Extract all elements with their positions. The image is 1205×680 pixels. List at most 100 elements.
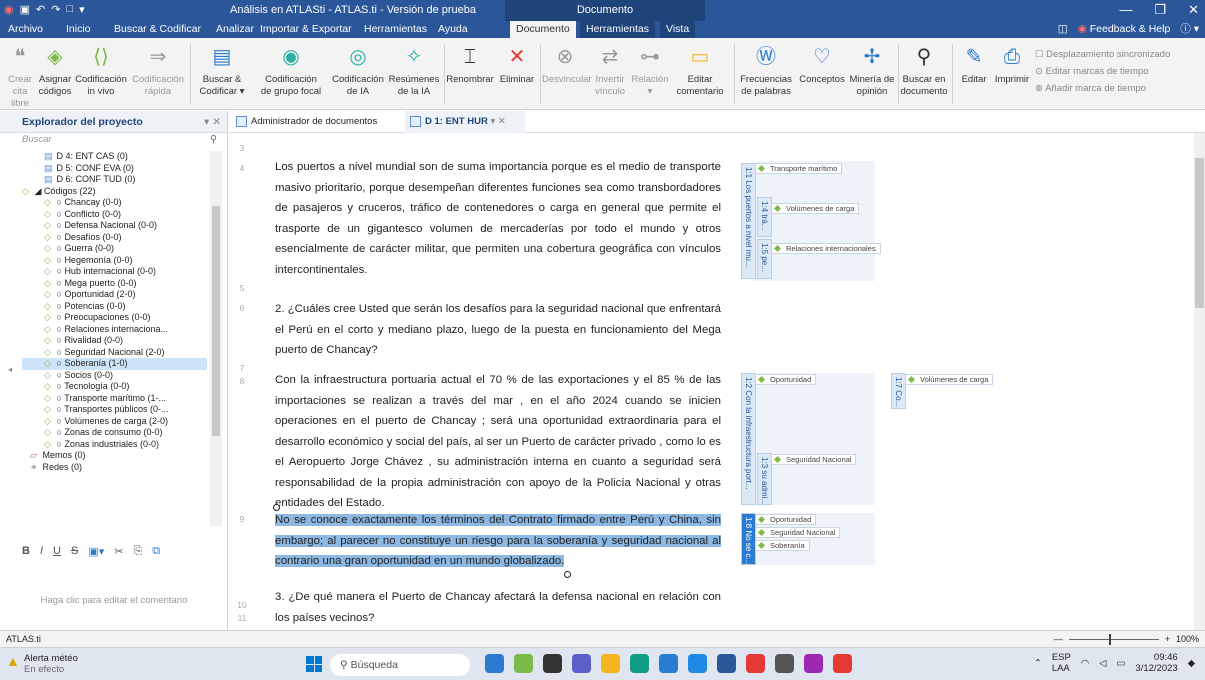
comment-area[interactable]: Haga clic para editar el comentario — [0, 595, 228, 606]
calculator-icon[interactable] — [775, 654, 794, 673]
editar-button[interactable]: ✎ Editar — [956, 42, 992, 86]
selected-quotation[interactable]: No se conoce exactamente los términos de… — [275, 514, 721, 567]
code-item[interactable]: ◇ ○ Zonas de consumo (0-0) — [22, 427, 207, 439]
app-icon-3[interactable] — [543, 654, 562, 673]
code-item[interactable]: ◇ ○ Rivalidad (0-0) — [22, 335, 207, 347]
tree-item[interactable]: ▱ Memos (0) — [22, 450, 207, 462]
app-icon-2[interactable] — [514, 654, 533, 673]
tab-archivo[interactable]: Archivo — [2, 21, 49, 38]
start-button[interactable] — [306, 656, 322, 672]
code-item[interactable]: ◇ ○ Socios (0-0) — [22, 370, 207, 382]
tab-importar-exportar[interactable]: Importar & Exportar — [254, 21, 358, 38]
code-tag-oportunidad-2[interactable]: Oportunidad — [755, 514, 817, 525]
code-item[interactable]: ◇ ○ Transporte marítimo (1-... — [22, 393, 207, 405]
paragraph-4[interactable]: Los puertos a nivel mundial son de suma … — [275, 157, 721, 280]
code-tag-volumenes-de-carga[interactable]: Volúmenes de carga — [771, 203, 860, 214]
maximize-button[interactable]: ❐ — [1154, 2, 1166, 18]
minimize-button[interactable]: — — [1119, 2, 1132, 18]
code-item[interactable]: ◇ ○ Oportunidad (2-0) — [22, 289, 207, 301]
tab-d1-ent-hur[interactable]: D 1: ENT HUR ▾ ✕ — [405, 111, 525, 133]
mineria-opinion-button[interactable]: ✢ Minería de opinión — [848, 42, 896, 98]
tree-item[interactable]: ◇ ◢ Códigos (22) — [22, 186, 207, 198]
renombrar-button[interactable]: ⌶ Renombrar — [446, 42, 494, 86]
word-icon[interactable] — [717, 654, 736, 673]
taskbar-search[interactable]: ⚲ Búsqueda — [330, 654, 470, 676]
asignar-codigos-button[interactable]: ◈ Asignar códigos — [38, 42, 72, 98]
document-item[interactable]: ▤ D 6: CONF TUD (0) — [22, 174, 207, 186]
code-item[interactable]: ◇ ○ Hub internacional (0-0) — [22, 266, 207, 278]
document-item[interactable]: ▤ D 4: ENT CAS (0) — [22, 151, 207, 163]
code-item[interactable]: ◇ ○ Defensa Nacional (0-0) — [22, 220, 207, 232]
imprimir-button[interactable]: ⎙ Imprimir — [992, 42, 1032, 86]
code-item[interactable]: ◇ ○ Conflicto (0-0) — [22, 209, 207, 221]
code-item[interactable]: ◇ ○ Transportes públicos (0-... — [22, 404, 207, 416]
edge-icon[interactable] — [630, 654, 649, 673]
sync-scroll-option[interactable]: ☐ Desplazamiento sincronizado — [1035, 46, 1170, 63]
resumenes-ia-button[interactable]: ✧ Resúmenes de la IA — [388, 42, 440, 98]
save-icon[interactable]: ▣ — [20, 3, 30, 16]
redo-icon[interactable]: ↷ — [51, 3, 60, 16]
code-item[interactable]: ◇ ○ Relaciones internaciona... — [22, 324, 207, 336]
tray-chevron-icon[interactable]: ⌃ — [1034, 658, 1042, 669]
tree-item[interactable]: ⚭ Redes (0) — [22, 462, 207, 474]
new-icon[interactable]: □ — [66, 3, 73, 16]
link-icon[interactable]: ⧉ — [152, 545, 160, 558]
app-icon-4[interactable] — [572, 654, 591, 673]
invertir-vinculo-button[interactable]: ⇄ Invertir vínculo — [592, 42, 628, 98]
strikethrough-icon[interactable]: S — [71, 545, 78, 557]
collapse-panel-icon[interactable]: ◂ — [8, 365, 12, 374]
code-tag-relaciones-internacionales[interactable]: Relaciones internacionales — [771, 243, 881, 254]
codificacion-grupo-focal-button[interactable]: ◉ Codificación de grupo focal — [256, 42, 326, 98]
tab-herramientas[interactable]: Herramientas — [358, 21, 433, 38]
dropdown-icon[interactable]: ▾ — [79, 3, 85, 16]
code-item[interactable]: ◇ ○ Preocupaciones (0-0) — [22, 312, 207, 324]
document-editor[interactable]: 3 4 5 6 7 8 9 10 11 Los puertos a nivel … — [229, 133, 1194, 630]
code-item[interactable]: ◇ ○ Hegemonía (0-0) — [22, 255, 207, 267]
layout-icon[interactable]: ◫ — [1058, 21, 1068, 38]
zoom-in-icon[interactable]: + — [1165, 631, 1170, 648]
document-item[interactable]: ▤ D 5: CONF EVA (0) — [22, 163, 207, 175]
zoom-slider[interactable] — [1068, 634, 1159, 645]
code-item[interactable]: ◇ ○ Zonas industriales (0-0) — [22, 439, 207, 451]
close-button[interactable]: ✕ — [1188, 2, 1199, 18]
codificacion-ia-button[interactable]: ◎ Codificación de IA — [330, 42, 386, 98]
desvincular-button[interactable]: ⊗ Desvincular — [542, 42, 592, 86]
edit-timestamps-option[interactable]: ⊙ Editar marcas de tiempo — [1035, 63, 1170, 80]
quotation-bar-1-1[interactable]: 1:1 Los puertos a nivel mu... — [741, 163, 756, 279]
app-icon-1[interactable] — [485, 654, 504, 673]
quotation-bar-1-4[interactable]: 1:4 trá... — [757, 197, 772, 237]
quotation-bar-1-5[interactable]: 1:5 pe... — [757, 239, 772, 279]
battery-icon[interactable]: ▭ — [1116, 658, 1125, 669]
selection-end-handle[interactable] — [564, 571, 571, 578]
app-icon-8[interactable] — [688, 654, 707, 673]
file-explorer-icon[interactable] — [601, 654, 620, 673]
quotation-bar-1-7[interactable]: 1:7 Co... — [891, 373, 906, 409]
code-tag-volumenes-de-carga-2[interactable]: Volúmenes de carga — [905, 374, 994, 385]
atlas-taskbar-icon[interactable] — [833, 654, 852, 673]
tab-document-manager[interactable]: Administrador de documentos — [231, 111, 401, 133]
code-item[interactable]: ◇ ○ Seguridad Nacional (2-0) — [22, 347, 207, 359]
paste-icon[interactable]: ▣▾ — [88, 545, 104, 558]
quotation-bar-1-2[interactable]: 1:2 Con la infraestructura port... — [741, 373, 756, 505]
selection-start-handle[interactable] — [273, 504, 280, 511]
conceptos-button[interactable]: ♡ Conceptos — [796, 42, 848, 86]
chrome-icon[interactable] — [746, 654, 765, 673]
code-item[interactable]: ◇ ○ Desafíos (0-0) — [22, 232, 207, 244]
notification-icon[interactable]: ◆ — [1188, 658, 1195, 669]
tab-ayuda[interactable]: Ayuda — [432, 21, 474, 38]
undo-icon[interactable]: ↶ — [36, 3, 45, 16]
crear-cita-libre-button[interactable]: ❝ Crear cita libre — [2, 42, 38, 110]
code-item[interactable]: ◇ ○ Chancay (0-0) — [22, 197, 207, 209]
language-indicator[interactable]: ESP LAA — [1052, 652, 1071, 674]
panel-close-icon[interactable]: ▾ ✕ — [204, 111, 221, 133]
tab-buscar-codificar[interactable]: Buscar & Codificar — [108, 21, 207, 38]
add-timestamp-option[interactable]: ⊕ Añadir marca de tiempo — [1035, 80, 1170, 97]
cut-icon[interactable]: ✂ — [114, 545, 123, 558]
editar-comentario-button[interactable]: ▭ Editar comentario — [672, 42, 728, 98]
paragraph-6[interactable]: 2. ¿Cuáles cree Usted que serán los desa… — [275, 299, 721, 361]
wifi-icon[interactable]: ◠ — [1081, 658, 1089, 669]
buscar-codificar-button[interactable]: ▤ Buscar & Codificar ▾ — [196, 42, 248, 98]
code-tag-soberania[interactable]: Soberanía — [755, 540, 810, 551]
code-item[interactable]: ◇ ○ Soberanía (1-0) — [22, 358, 207, 370]
code-tag-seguridad-nacional-2[interactable]: Seguridad Nacional — [755, 527, 841, 538]
